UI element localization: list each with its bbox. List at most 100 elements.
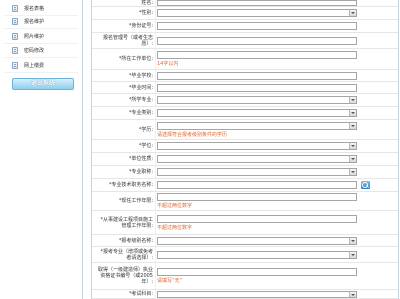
chevron-down-icon: [349, 237, 356, 244]
certificate-number-hint: 请填写“无”: [157, 278, 183, 284]
major-category-label: *专业类别:: [128, 110, 153, 116]
form-row-related-work-years: *从事建设工程项目施工管理工作年限: 不超过两位数字: [92, 211, 398, 235]
sidebar-item-registration-form[interactable]: 报名表格: [4, 2, 78, 16]
id-number-input[interactable]: [157, 22, 357, 30]
work-unit-input[interactable]: [157, 51, 357, 59]
form-row-work-unit: *所在工作单位: 14字以内: [92, 49, 398, 70]
major-category-select[interactable]: [157, 109, 357, 117]
sidebar-item-online-payment[interactable]: 网上缴费: [4, 59, 78, 73]
graduation-date-field-cell: [155, 82, 398, 93]
id-number-label: *身份证号:: [128, 23, 153, 29]
chevron-down-icon: [349, 291, 356, 297]
logout-button[interactable]: 退出系统: [12, 78, 74, 90]
gender-label: *性别:: [138, 10, 153, 16]
technical-position-label: *专业技术职务名称:: [108, 182, 153, 188]
related-work-years-hint: 不超过两位数字: [157, 224, 193, 231]
work-unit-label: *所在工作单位:: [118, 56, 153, 62]
exam-specialty-select[interactable]: [157, 250, 357, 259]
exam-level-select[interactable]: [157, 236, 357, 245]
graduation-date-input[interactable]: [157, 83, 357, 92]
degree-select[interactable]: [157, 142, 357, 150]
name-input[interactable]: [157, 0, 357, 6]
sidebar-item-label: 报名维护: [24, 18, 45, 25]
education-hint: 请选择符合报考级别条件的学历: [157, 131, 228, 138]
registration-number-field-cell: [155, 33, 398, 48]
document-icon: [12, 5, 18, 12]
chevron-down-icon: [349, 143, 356, 149]
registration-number-input[interactable]: [157, 36, 357, 45]
lookup-icon[interactable]: [361, 181, 370, 189]
sidebar-item-label: 密码修改: [24, 47, 45, 54]
sidebar-item-change-password[interactable]: 密码修改: [4, 44, 78, 58]
current-work-years-hint: 不超过两位数字: [157, 203, 193, 209]
current-work-years-field-cell: 不超过两位数字: [155, 192, 398, 210]
form-row-certificate-number: 取得（一级建造师）执业资格证书编号（或2005年）: 请填写“无”: [92, 263, 398, 290]
gender-select[interactable]: [157, 9, 357, 17]
current-work-years-input[interactable]: [157, 193, 357, 201]
current-work-years-label: *现任工作年限:: [118, 198, 153, 204]
form-row-exam-specialty: *报考专业（增项或免考者请选择）:: [92, 247, 398, 263]
related-work-years-field-cell: 不超过两位数字: [155, 211, 398, 234]
exam-subjects-label: *考试科目:: [128, 291, 153, 297]
form-row-exam-subjects: *考试科目:: [92, 290, 398, 299]
professional-title-field-cell: [155, 166, 398, 178]
form-row-professional-title: *专业职称:: [92, 166, 398, 179]
registration-form: 姓名: *性别: *身份证号: 报名管理号（或考生志愿）: *所在工作单位: 1…: [91, 0, 399, 299]
education-select[interactable]: [157, 121, 357, 130]
chevron-down-icon: [349, 156, 356, 162]
work-unit-field-cell: 14字以内: [155, 49, 398, 69]
graduation-school-input[interactable]: [157, 71, 357, 80]
exam-specialty-field-cell: [155, 247, 398, 262]
form-row-degree: *学位:: [92, 140, 398, 153]
chevron-down-icon: [349, 169, 356, 175]
certificate-number-field-cell: 请填写“无”: [155, 263, 398, 289]
professional-title-select[interactable]: [157, 168, 357, 176]
exam-specialty-label: *报考专业（增项或免考者请选择）:: [100, 248, 153, 261]
form-row-id-number: *身份证号:: [92, 20, 398, 33]
major-field-cell: [155, 94, 398, 106]
exam-subjects-select[interactable]: [157, 290, 357, 298]
document-icon: [12, 47, 18, 54]
id-number-field-cell: [155, 20, 398, 32]
exam-level-label: *报考级别名称:: [118, 237, 153, 244]
unit-type-select[interactable]: [157, 155, 357, 163]
sidebar-item-label: 照片维护: [24, 33, 45, 40]
major-label: *所学专业:: [128, 97, 153, 103]
sidebar-item-label: 网上缴费: [24, 62, 45, 69]
gender-field-cell: [155, 7, 398, 19]
form-row-technical-position: *专业技术职务名称:: [92, 179, 398, 192]
technical-position-input[interactable]: [157, 181, 357, 189]
form-row-graduation-date: *毕业时间:: [92, 82, 398, 94]
sidebar-item-registration-maintenance[interactable]: 报名维护: [4, 15, 78, 29]
form-row-gender: *性别:: [92, 7, 398, 20]
unit-type-label: *单位性质:: [128, 156, 153, 162]
related-work-years-input[interactable]: [157, 214, 357, 223]
professional-title-label: *专业职称:: [128, 169, 153, 175]
document-icon: [12, 62, 18, 69]
certificate-number-label: 取得（一级建造师）执业资格证书编号（或2005年）:: [97, 267, 153, 285]
form-row-exam-level: *报考级别名称:: [92, 235, 398, 247]
technical-position-field-cell: [155, 179, 398, 191]
form-row-graduation-school: *毕业学校:: [92, 70, 398, 82]
sidebar-item-photo-maintenance[interactable]: 照片维护: [4, 30, 78, 44]
major-select[interactable]: [157, 96, 357, 104]
document-icon: [12, 18, 18, 25]
certificate-number-input[interactable]: [157, 268, 357, 276]
sidebar: 报名表格 报名维护 照片维护 密码修改 网上缴费 退出系统: [0, 0, 83, 299]
form-row-unit-type: *单位性质:: [92, 153, 398, 166]
work-unit-hint: 14字以内: [157, 61, 179, 67]
graduation-school-label: *毕业学校:: [128, 72, 153, 79]
form-row-name: 姓名:: [92, 0, 398, 7]
graduation-date-label: *毕业时间:: [128, 84, 153, 91]
sidebar-item-label: 报名表格: [24, 5, 45, 12]
name-field-cell: [155, 0, 398, 6]
form-row-major-category: *专业类别:: [92, 107, 398, 120]
form-row-registration-number: 报名管理号（或考生志愿）:: [92, 33, 398, 49]
chevron-down-icon: [349, 251, 356, 258]
major-category-field-cell: [155, 107, 398, 119]
education-label: *学历:: [138, 126, 153, 133]
graduation-school-field-cell: [155, 70, 398, 81]
related-work-years-label: *从事建设工程项目施工管理工作年限:: [100, 216, 153, 229]
form-row-education: *学历: 请选择符合报考级别条件的学历: [92, 120, 398, 140]
document-icon: [12, 33, 18, 40]
